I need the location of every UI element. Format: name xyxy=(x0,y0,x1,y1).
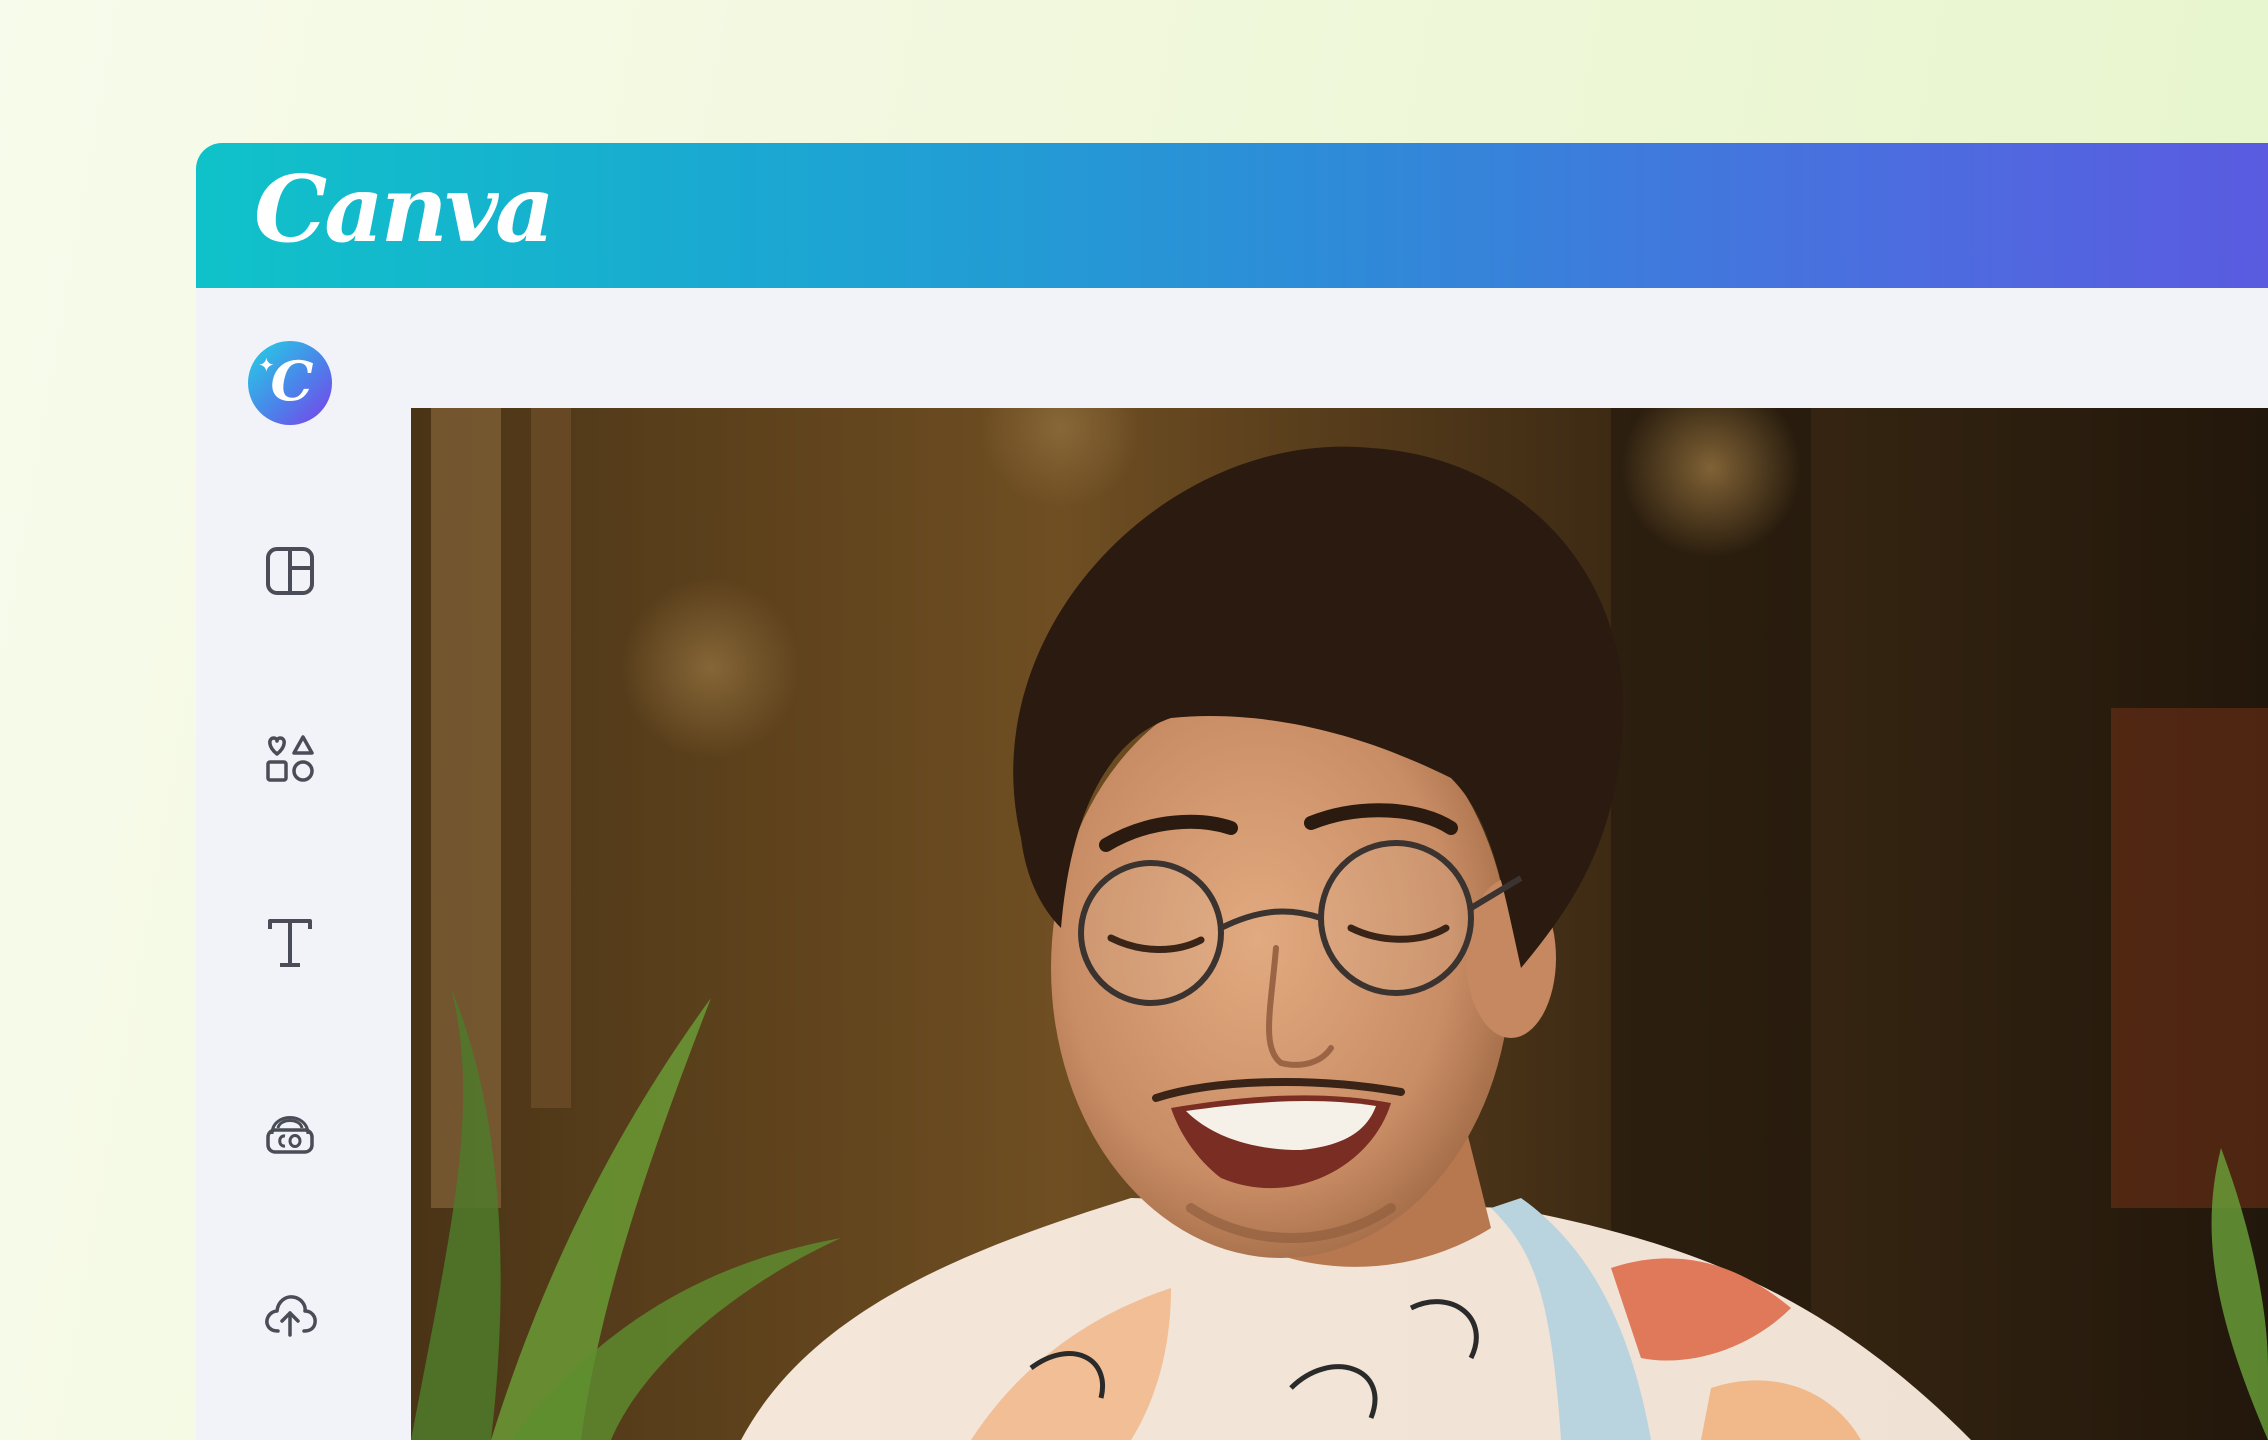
design-layout-icon xyxy=(266,547,314,595)
elements-shapes-icon xyxy=(266,735,314,782)
sparkle-icon: ✦ xyxy=(258,353,275,377)
magic-studio-button[interactable]: ✦ C xyxy=(248,341,332,425)
header-bar: Canva xyxy=(196,143,2268,288)
canva-logo[interactable]: Canva xyxy=(254,163,555,255)
sidebar-item-design[interactable] xyxy=(246,527,334,615)
sidebar: ✦ C xyxy=(196,288,411,1440)
sidebar-item-uploads[interactable] xyxy=(246,1270,334,1358)
sidebar-item-elements[interactable] xyxy=(246,714,334,802)
sidebar-item-text[interactable] xyxy=(246,899,334,987)
person-photo xyxy=(411,408,2268,1440)
sidebar-item-brand[interactable] xyxy=(246,1086,334,1174)
canvas-photo[interactable] xyxy=(411,408,2268,1440)
text-icon xyxy=(268,919,312,967)
canva-app-window: Canva ✦ C xyxy=(196,143,2268,1440)
canva-magic-icon: C xyxy=(270,349,314,413)
brand-icon xyxy=(266,1116,314,1154)
uploads-cloud-icon xyxy=(265,1295,317,1337)
